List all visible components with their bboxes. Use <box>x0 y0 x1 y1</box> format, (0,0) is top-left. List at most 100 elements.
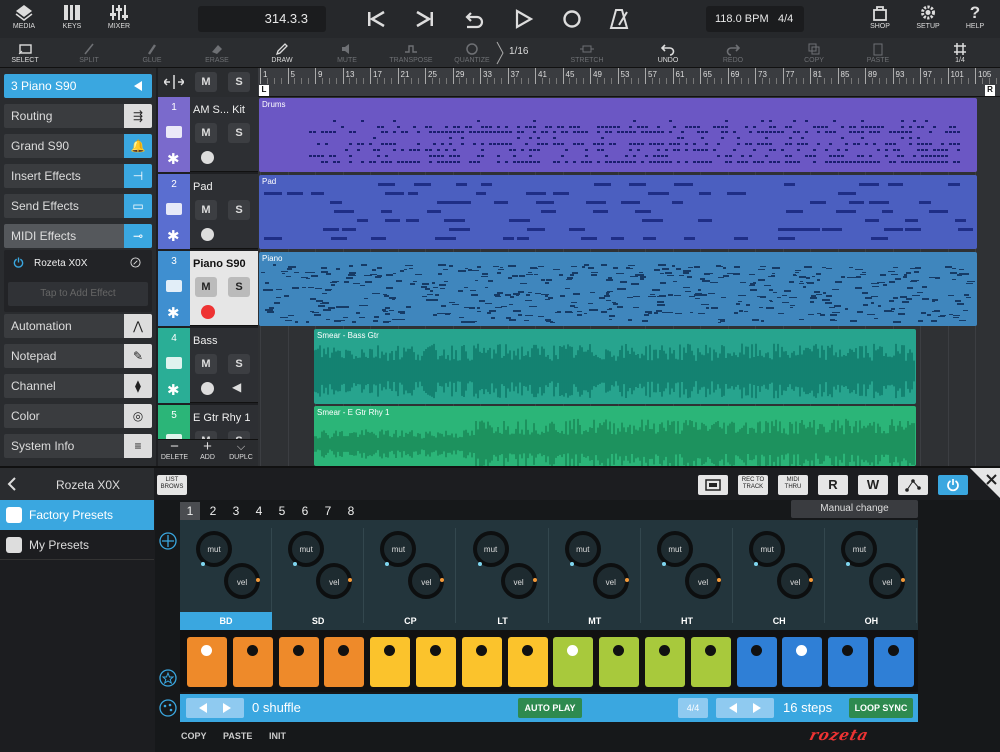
pattern-5-button[interactable]: 5 <box>272 502 292 520</box>
step-pad-9[interactable] <box>553 637 594 687</box>
split-tool[interactable]: SPLIT <box>64 40 114 66</box>
step-pad-8[interactable] <box>507 637 548 687</box>
monitor-asterisk-icon[interactable]: ✱ <box>167 227 180 245</box>
add-track-button[interactable]: + ADD <box>191 439 224 466</box>
track-height-icon[interactable] <box>164 74 184 90</box>
stretch-tool[interactable]: STRETCH <box>562 40 612 66</box>
track-header-2[interactable]: 2 ✱ Pad M S <box>158 174 258 249</box>
track-header-4[interactable]: 4 ✱ Bass M S ◀ <box>158 328 258 403</box>
init-pattern-button[interactable]: INIT <box>269 731 286 741</box>
cycle-icon[interactable] <box>462 8 486 30</box>
instrument-ht-tab[interactable]: HT <box>641 612 733 630</box>
inspector-color[interactable]: Color ◎ <box>4 404 152 428</box>
close-icon[interactable] <box>970 468 1000 498</box>
monitor-asterisk-icon[interactable]: ✱ <box>167 150 180 168</box>
window-toggle-button[interactable] <box>698 475 728 495</box>
instrument-mt-tab[interactable]: MT <box>549 612 641 630</box>
instrument-cp-tab[interactable]: CP <box>364 612 456 630</box>
instrument-sd-tab[interactable]: SD <box>272 612 364 630</box>
paste-button[interactable]: PASTE <box>853 40 903 66</box>
step-pad-13[interactable] <box>736 637 777 687</box>
arrange-area[interactable]: 1 5 9 13 17 21 25 29 33 37 41 45 49 53 57 61 65 69 73 77 81 8… <box>258 68 1000 466</box>
inspector-notepad[interactable]: Notepad ✎ <box>4 344 152 368</box>
inspector-midi-effects[interactable]: MIDI Effects ⊸ <box>4 224 152 248</box>
step-pad-1[interactable] <box>187 637 227 687</box>
step-pad-10[interactable] <box>599 637 640 687</box>
inspector-track-header[interactable]: 3 Piano S90 <box>4 74 152 98</box>
step-pad-5[interactable] <box>370 637 411 687</box>
erase-tool[interactable]: ERASE <box>192 40 242 66</box>
tempo-signature-box[interactable]: 118.0 BPM 4/4 <box>706 6 804 32</box>
step-pad-11[interactable] <box>645 637 685 687</box>
rec-to-track-button[interactable]: REC TO TRACK <box>738 475 768 495</box>
inspector-system-info[interactable]: System Info ≡ <box>4 434 152 458</box>
inspector-grand-s90[interactable]: Grand S90 🔔 <box>4 134 152 158</box>
metronome-icon[interactable] <box>608 8 632 30</box>
midi-thru-button[interactable]: MIDI THRU <box>778 475 808 495</box>
track-mute-button[interactable]: M <box>195 277 217 297</box>
right-locator[interactable]: R <box>985 85 995 96</box>
position-display[interactable]: 314.3.3 <box>198 6 326 32</box>
guitar-audio-region[interactable]: Smear - E Gtr Rhy 1 <box>314 406 916 466</box>
midi-effect-name[interactable]: Rozeta X0X <box>34 258 87 269</box>
quantize-value[interactable]: 1/16 <box>509 46 528 57</box>
step-pad-6[interactable] <box>416 637 456 687</box>
speaker-icon[interactable]: ◀ <box>232 380 241 394</box>
redo-button[interactable]: REDO <box>708 40 758 66</box>
chevron-right-icon[interactable] <box>496 41 504 65</box>
track-mute-button[interactable]: M <box>195 354 217 374</box>
instrument-ch-tab[interactable]: CH <box>733 612 825 630</box>
edit-effect-icon[interactable] <box>130 257 141 268</box>
transpose-tool[interactable]: TRANSPOSE <box>386 40 436 66</box>
global-solo-button[interactable]: S <box>228 72 250 92</box>
record-icon[interactable] <box>560 8 584 30</box>
pattern-6-button[interactable]: 6 <box>295 502 315 520</box>
pattern-8-button[interactable]: 8 <box>341 502 361 520</box>
pattern-1-button[interactable]: 1 <box>180 502 200 520</box>
palette-icon[interactable] <box>158 698 178 718</box>
auto-play-button[interactable]: AUTO PLAY <box>518 698 582 718</box>
inspector-insert-effects[interactable]: Insert Effects ⊣ <box>4 164 152 188</box>
record-arm-button[interactable] <box>201 382 214 395</box>
my-presets-item[interactable]: My Presets <box>0 530 154 560</box>
mute-tool[interactable]: MUTE <box>322 40 372 66</box>
pattern-2-button[interactable]: 2 <box>203 502 223 520</box>
select-tool[interactable]: SELECT <box>0 40 50 66</box>
record-arm-button[interactable] <box>201 228 214 241</box>
inspector-automation[interactable]: Automation ⋀ <box>4 314 152 338</box>
step-pad-14[interactable] <box>782 637 823 687</box>
pattern-3-button[interactable]: 3 <box>226 502 246 520</box>
track-header-3[interactable]: 3 ✱ Piano S90 M S <box>158 251 258 326</box>
step-pad-15[interactable] <box>828 637 869 687</box>
instrument-oh-tab[interactable]: OH <box>825 612 917 630</box>
arrow-left-icon[interactable] <box>198 703 208 713</box>
back-chevron-icon[interactable] <box>7 477 16 491</box>
timeline-ruler[interactable]: 1 5 9 13 17 21 25 29 33 37 41 45 49 53 57 61 65 69 73 77 81 8… <box>258 68 1000 97</box>
write-automation-button[interactable]: W <box>858 475 888 495</box>
track-mute-button[interactable]: M <box>195 200 217 220</box>
list-browse-button[interactable]: LIST BROWS <box>157 475 187 495</box>
step-pad-2[interactable] <box>232 637 273 687</box>
quantize-tool[interactable]: QUANTIZE <box>447 40 497 66</box>
instrument-lt-tab[interactable]: LT <box>457 612 549 630</box>
paste-pattern-button[interactable]: PASTE <box>223 731 252 741</box>
setup-button[interactable]: SETUP <box>906 2 950 36</box>
copy-pattern-button[interactable]: COPY <box>181 731 207 741</box>
help-button[interactable]: ? HELP <box>953 2 997 36</box>
tempo-display[interactable]: 118.0 BPM <box>715 13 769 25</box>
keys-button[interactable]: KEYS <box>50 2 94 36</box>
track-solo-button[interactable]: S <box>228 277 250 297</box>
instrument-bd-tab[interactable]: BD <box>180 612 272 630</box>
rewind-icon[interactable] <box>364 8 388 30</box>
step-pad-4[interactable] <box>324 637 365 687</box>
monitor-asterisk-icon[interactable]: ✱ <box>167 381 180 399</box>
delete-track-button[interactable]: − DELETE <box>158 439 191 466</box>
signature-display[interactable]: 4/4 <box>778 6 793 32</box>
steps-stepper[interactable] <box>716 698 774 718</box>
power-icon[interactable] <box>13 257 24 268</box>
record-arm-button[interactable] <box>201 305 215 319</box>
shuffle-stepper[interactable] <box>186 698 244 718</box>
favorite-star-icon[interactable] <box>158 668 178 688</box>
forward-icon[interactable] <box>413 8 437 30</box>
copy-button[interactable]: COPY <box>789 40 839 66</box>
